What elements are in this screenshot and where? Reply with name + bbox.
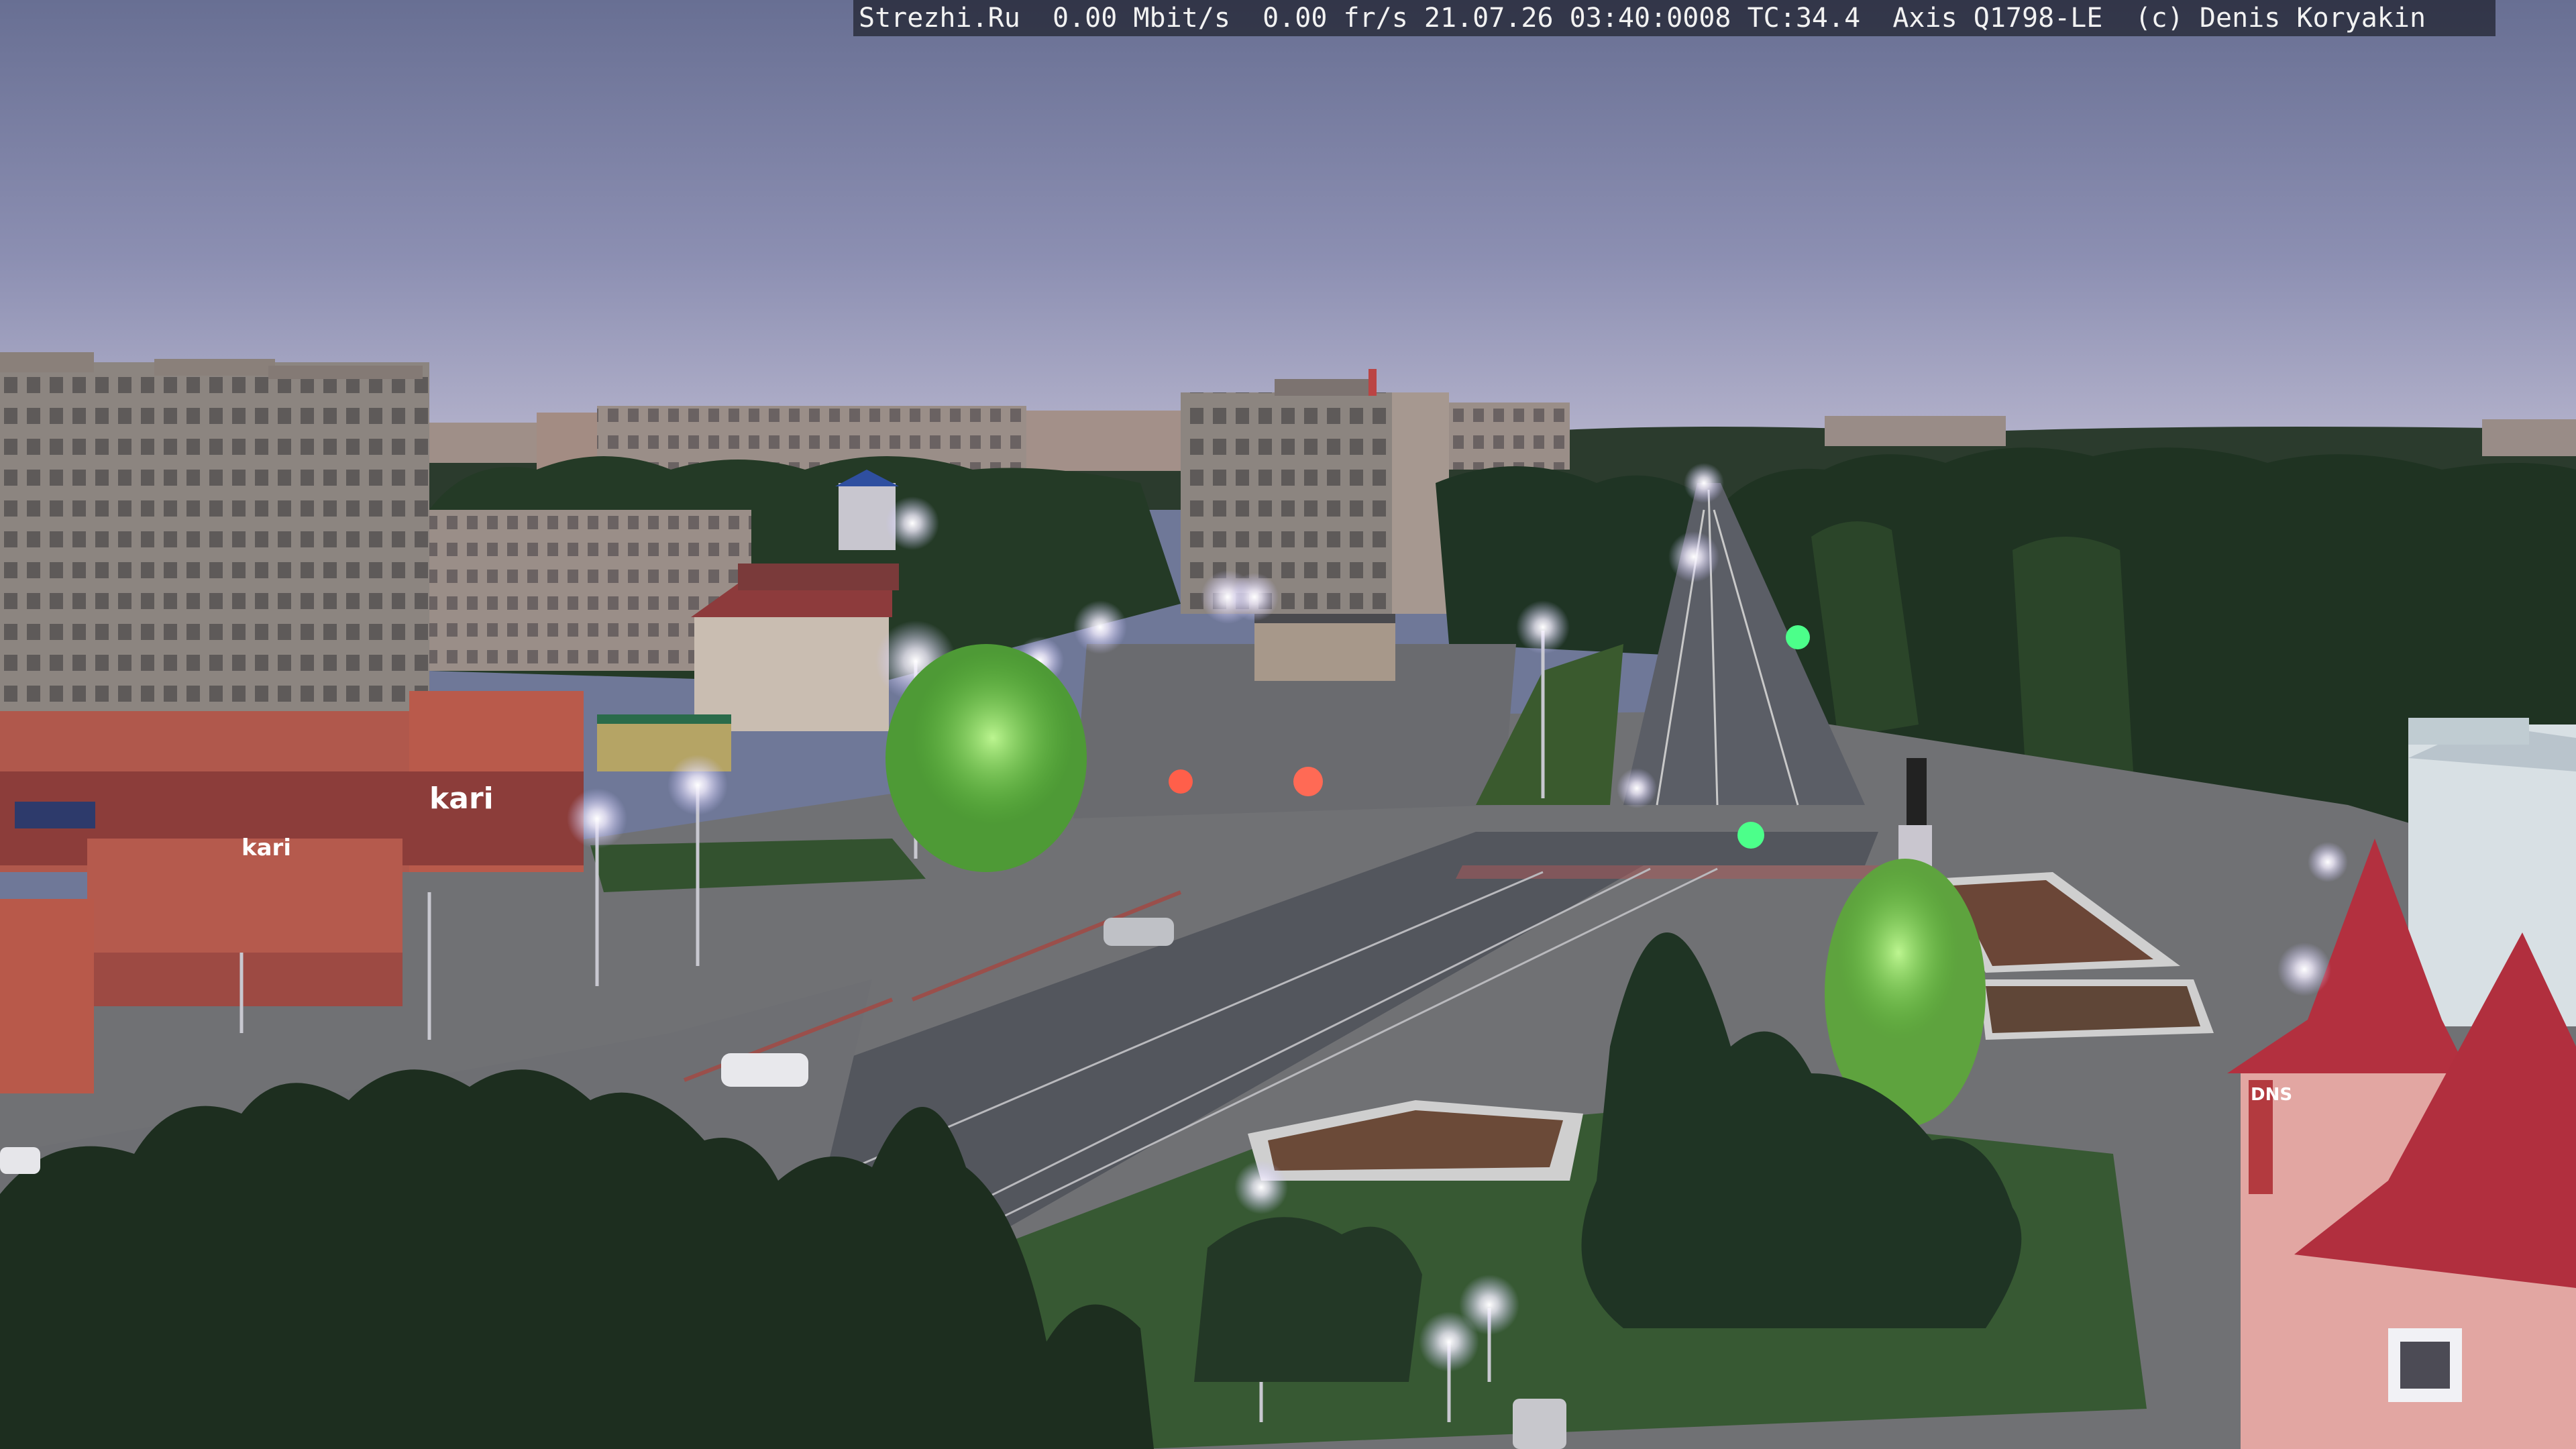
illuminated-tree-right-glow — [1838, 865, 1959, 1040]
city-webcam-scene: kari kari DNS — [0, 0, 2576, 1449]
osd-bitrate: 0.00 Mbit/s — [1053, 3, 1230, 34]
store-sign-kari: kari — [429, 782, 494, 816]
osd-timestamp: 21.07.26 03:40:0008 — [1424, 3, 1731, 34]
parking-kiosk-roof — [1254, 614, 1395, 623]
illuminated-tree-glow — [912, 651, 1073, 825]
crosswalk-band — [1456, 865, 1898, 879]
osd-site: Strezhi.Ru — [859, 3, 1020, 34]
monument-statue — [1907, 758, 1927, 825]
osd-copyright: (c) Denis Koryakin — [2135, 3, 2426, 34]
camera-osd-overlay: Strezhi.Ru 0.00 Mbit/s 0.00 fr/s 21.07.2… — [853, 0, 2496, 36]
right-white-building — [2408, 718, 2576, 1026]
parking-kiosk — [1254, 617, 1395, 681]
kiosk-roof — [597, 714, 731, 724]
osd-framerate: 0.00 fr/s — [1263, 3, 1408, 34]
osd-temperature: TC:34.4 — [1747, 3, 1861, 34]
osd-camera-model: Axis Q1798-LE — [1892, 3, 2103, 34]
store-sign-kari-small: kari — [241, 835, 291, 861]
foreground-trees-mid — [1194, 1217, 1422, 1382]
store-sign-dns: DNS — [2251, 1085, 2292, 1105]
